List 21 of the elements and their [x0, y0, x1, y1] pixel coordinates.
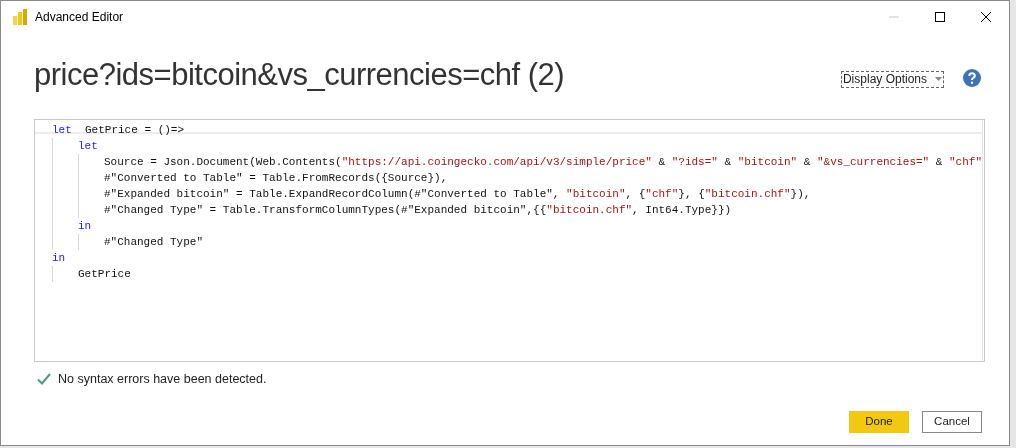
- code-line: let GetPrice = ()=>: [52, 123, 185, 138]
- code-line: #"Changed Type" = Table.TransformColumnTypes(#"Expanded bitcoin",{{"bitcoin.chf", Int64.Type}}): [104, 203, 732, 218]
- code-line: Source = Json.Document(Web.Contents("https://api.coingecko.com/api/v3/simple/price" & "?ids=" & "bitcoin" & "&vs_currencies=" & "chf": [104, 155, 983, 170]
- code-line: in: [78, 219, 92, 234]
- done-button[interactable]: Done: [849, 410, 909, 433]
- status-message: No syntax errors have been detected.: [58, 371, 267, 388]
- bar-chart-logo-icon: [13, 9, 27, 25]
- code-editor[interactable]: [34, 119, 985, 362]
- code-line: GetPrice: [78, 267, 131, 282]
- caret-icon: [935, 77, 942, 81]
- checkmark-icon: [37, 373, 51, 386]
- query-title: price?ids=bitcoin&vs_currencies=chf (2): [34, 55, 565, 94]
- help-icon[interactable]: [963, 69, 981, 87]
- window-title: Advanced Editor: [35, 9, 124, 26]
- code-line: #"Converted to Table" = Table.FromRecords({Source}),: [104, 171, 448, 186]
- code-line: in: [52, 251, 66, 266]
- code-line: #"Expanded bitcoin" = Table.ExpandRecordColumn(#"Converted to Table", "bitcoin", {"chf"}, {"bitcoin.chf"}),: [104, 187, 811, 202]
- code-line: #"Changed Type": [104, 235, 204, 250]
- display-options-dropdown[interactable]: Display Options: [840, 70, 944, 88]
- code-line: let: [78, 139, 98, 154]
- cancel-button[interactable]: Cancel: [922, 410, 982, 433]
